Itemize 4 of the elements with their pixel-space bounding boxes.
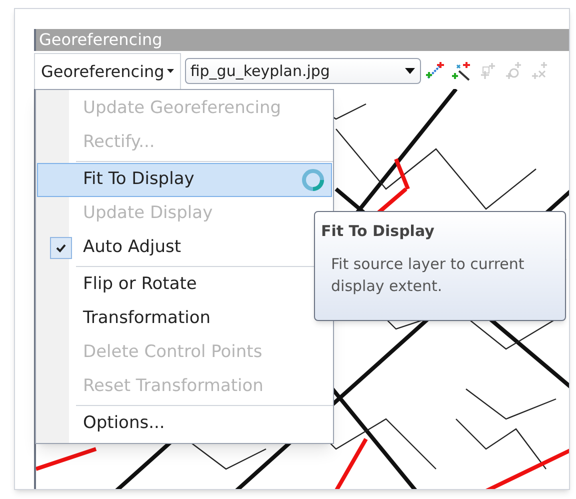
layer-name: fip_gu_keyplan.jpg	[190, 60, 330, 82]
window-title: Georeferencing	[34, 29, 569, 51]
tooltip-text: Fit source layer to current display extent.	[330, 254, 526, 296]
tooltip-title: Fit To Display	[321, 221, 436, 242]
